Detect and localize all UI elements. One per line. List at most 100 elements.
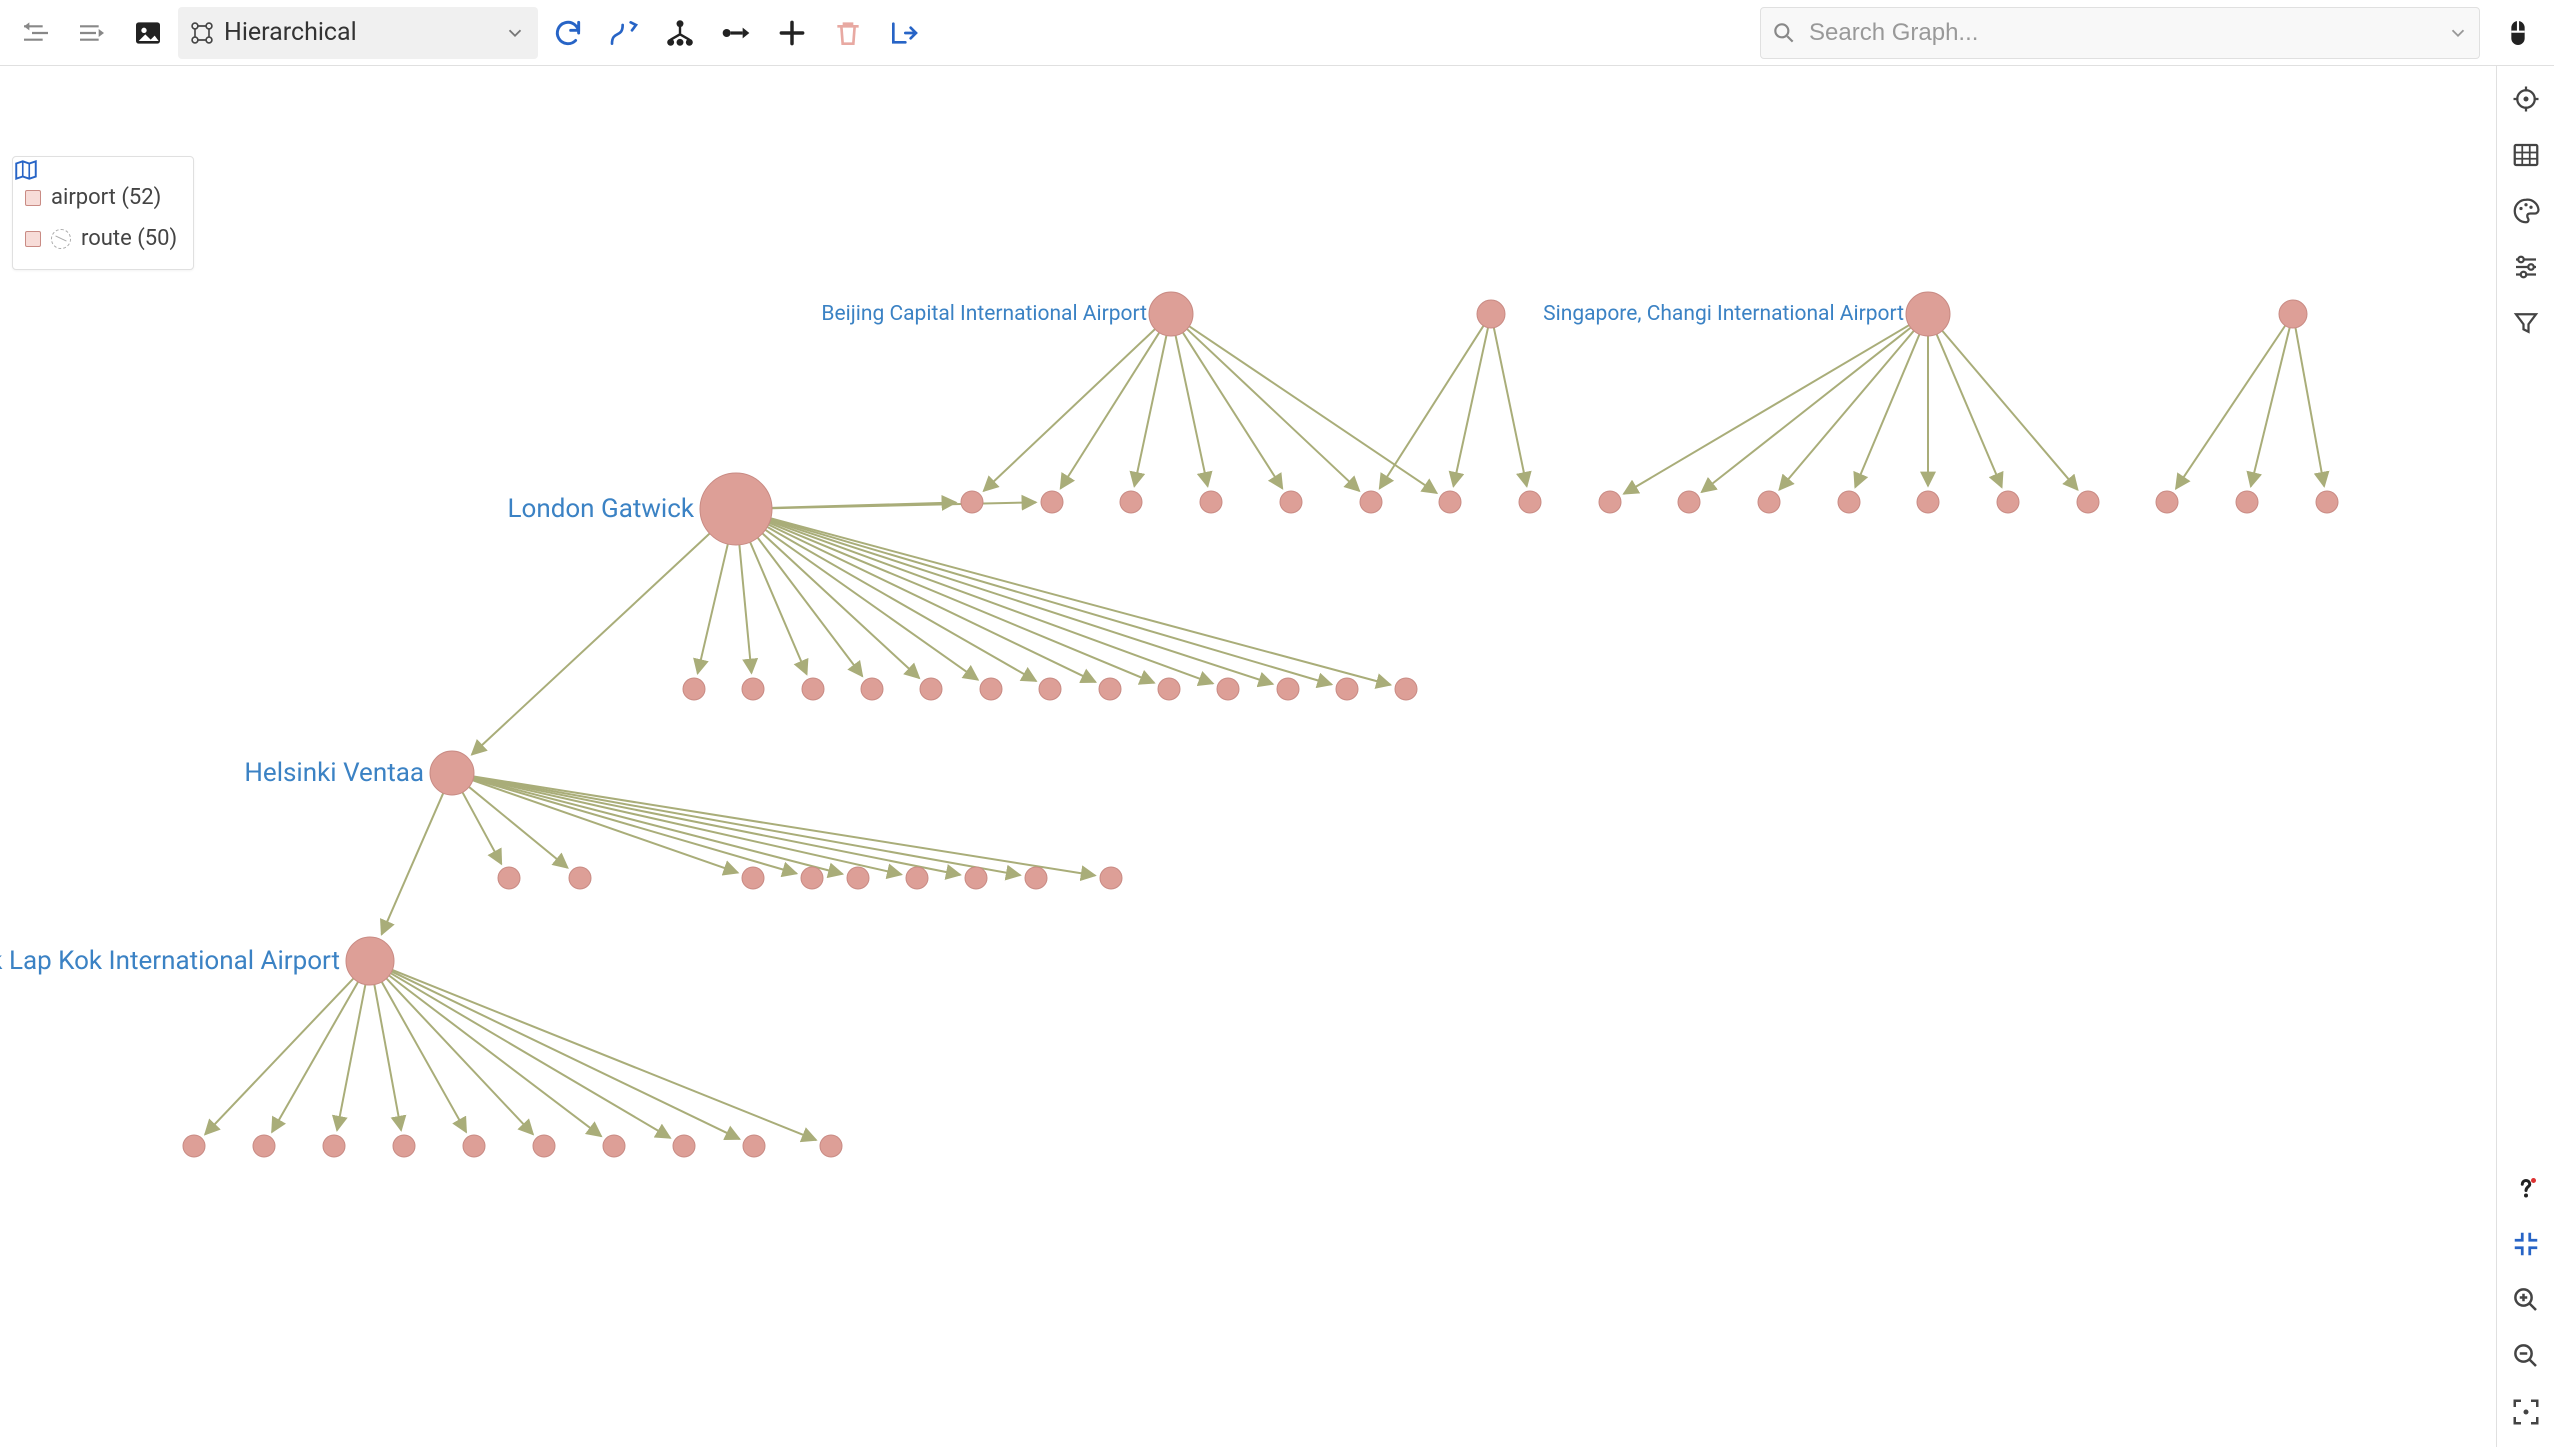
table-button[interactable]: [2505, 134, 2547, 176]
legend-item-airport[interactable]: airport (52): [21, 177, 181, 218]
graph-edge[interactable]: [1453, 328, 1488, 487]
graph-edge[interactable]: [337, 985, 365, 1131]
graph-edge[interactable]: [1624, 325, 1909, 494]
delete-button[interactable]: [822, 7, 874, 59]
graph-edge[interactable]: [392, 971, 740, 1139]
graph-edge[interactable]: [473, 780, 738, 872]
search-box[interactable]: [1760, 7, 2480, 59]
graph-edge[interactable]: [474, 777, 961, 875]
graph-node[interactable]: [847, 867, 869, 889]
graph-node[interactable]: [743, 1135, 765, 1157]
graph-edge[interactable]: [374, 985, 401, 1131]
graph-node[interactable]: [1280, 491, 1302, 513]
help-button[interactable]: [2505, 1167, 2547, 1209]
graph-node[interactable]: [700, 473, 772, 545]
graph-node[interactable]: [498, 867, 520, 889]
export-button[interactable]: [878, 7, 930, 59]
graph-edge[interactable]: [1380, 326, 1484, 489]
graph-canvas[interactable]: London GatwickBeijing Capital Internatio…: [0, 66, 2496, 1447]
graph-edge[interactable]: [769, 523, 1154, 683]
graph-edge[interactable]: [473, 778, 901, 875]
graph-node[interactable]: [1039, 678, 1061, 700]
graph-node[interactable]: [183, 1135, 205, 1157]
graph-edge[interactable]: [382, 793, 444, 934]
graph-edge[interactable]: [1176, 336, 1208, 487]
graph-edge[interactable]: [382, 982, 466, 1132]
graph-node[interactable]: [1100, 867, 1122, 889]
add-button[interactable]: [766, 7, 818, 59]
graph-node[interactable]: [1906, 292, 1950, 336]
graph-node[interactable]: [569, 867, 591, 889]
graph-node[interactable]: [1200, 491, 1222, 513]
graph-edge[interactable]: [1494, 328, 1527, 487]
graph-edge[interactable]: [698, 544, 728, 673]
graph-node[interactable]: [1360, 491, 1382, 513]
graph-edge[interactable]: [1189, 326, 1436, 493]
settings-button[interactable]: [2505, 246, 2547, 288]
graph-node[interactable]: [906, 867, 928, 889]
graph-node[interactable]: [1477, 300, 1505, 328]
graph-edge[interactable]: [2251, 328, 2290, 487]
graph-node[interactable]: [965, 867, 987, 889]
graph-edge[interactable]: [1702, 328, 1911, 493]
graph-edge[interactable]: [391, 973, 671, 1138]
graph-node[interactable]: [2156, 491, 2178, 513]
graph-node[interactable]: [861, 678, 883, 700]
graph-edge[interactable]: [1855, 334, 1919, 487]
graph-node[interactable]: [1041, 491, 1063, 513]
graph-edge[interactable]: [768, 525, 1095, 682]
graph-node[interactable]: [430, 751, 474, 795]
graph-node[interactable]: [1838, 491, 1860, 513]
center-button[interactable]: [2505, 78, 2547, 120]
graph-edge[interactable]: [272, 982, 358, 1132]
graph-node[interactable]: [2316, 491, 2338, 513]
graph-node[interactable]: [802, 678, 824, 700]
graph-edge[interactable]: [462, 792, 501, 864]
tree-button[interactable]: [654, 7, 706, 59]
graph-edge[interactable]: [770, 520, 1273, 684]
edge-button[interactable]: [710, 7, 762, 59]
graph-node[interactable]: [393, 1135, 415, 1157]
graph-node[interactable]: [1917, 491, 1939, 513]
graph-node[interactable]: [253, 1135, 275, 1157]
graph-node[interactable]: [1120, 491, 1142, 513]
refresh-button[interactable]: [542, 7, 594, 59]
graph-node[interactable]: [1025, 867, 1047, 889]
graph-edge[interactable]: [205, 978, 353, 1134]
graph-edge[interactable]: [474, 776, 1095, 875]
graph-edge[interactable]: [2176, 326, 2285, 489]
graph-node[interactable]: [346, 937, 394, 985]
legend-item-route[interactable]: route (50): [21, 218, 181, 259]
graph-edge[interactable]: [1937, 334, 2002, 487]
graph-node[interactable]: [1158, 678, 1180, 700]
graph-edge[interactable]: [758, 538, 863, 677]
search-input[interactable]: [1807, 18, 2437, 48]
graph-edge[interactable]: [750, 542, 807, 674]
graph-edge[interactable]: [472, 534, 710, 755]
graph-edge[interactable]: [1134, 336, 1166, 487]
graph-node[interactable]: [533, 1135, 555, 1157]
graph-node[interactable]: [961, 491, 983, 513]
graph-node[interactable]: [742, 678, 764, 700]
history-fwd-button[interactable]: [66, 7, 118, 59]
graph-edge[interactable]: [389, 976, 601, 1137]
graph-node[interactable]: [1997, 491, 2019, 513]
graph-node[interactable]: [323, 1135, 345, 1157]
collapse-button[interactable]: [2505, 1223, 2547, 1265]
graph-edge[interactable]: [474, 777, 1021, 875]
graph-node[interactable]: [673, 1135, 695, 1157]
graph-node[interactable]: [1217, 678, 1239, 700]
fit-button[interactable]: [2505, 1391, 2547, 1433]
image-button[interactable]: [122, 7, 174, 59]
graph-node[interactable]: [463, 1135, 485, 1157]
zoom-in-button[interactable]: [2505, 1279, 2547, 1321]
graph-node[interactable]: [2077, 491, 2099, 513]
graph-node[interactable]: [603, 1135, 625, 1157]
curve-button[interactable]: [598, 7, 650, 59]
graph-edge[interactable]: [1187, 329, 1359, 491]
graph-edge[interactable]: [2295, 328, 2324, 486]
mouse-mode-button[interactable]: [2492, 7, 2544, 59]
graph-edge[interactable]: [1942, 331, 2077, 490]
graph-node[interactable]: [2236, 491, 2258, 513]
graph-node[interactable]: [683, 678, 705, 700]
